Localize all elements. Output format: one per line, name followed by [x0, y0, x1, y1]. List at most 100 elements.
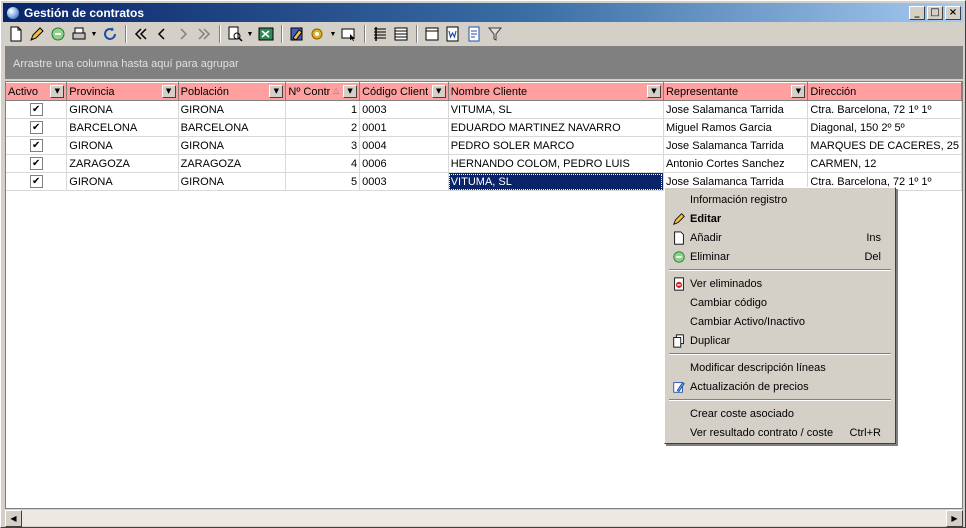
column-header-representante[interactable]: Representante ▼: [663, 82, 809, 101]
poblacion-cell[interactable]: GIRONA: [178, 136, 287, 155]
filter-dropdown-icon[interactable]: ▼: [431, 85, 446, 98]
filter-dropdown-icon[interactable]: ▼: [161, 85, 176, 98]
contrato-cell[interactable]: 4: [285, 154, 361, 173]
menu-item-anadir[interactable]: Añadir Ins: [667, 228, 893, 247]
close-button[interactable]: ×: [945, 5, 961, 20]
filter-dropdown-icon[interactable]: ▼: [791, 85, 806, 98]
preview-dropdown-icon[interactable]: ▼: [245, 24, 255, 44]
columns-icon[interactable]: [370, 24, 390, 44]
maximize-button[interactable]: □: [927, 5, 943, 20]
activo-cell[interactable]: ✔: [6, 136, 68, 155]
active-checkbox[interactable]: ✔: [29, 139, 43, 152]
poblacion-cell[interactable]: ZARAGOZA: [178, 154, 287, 173]
active-checkbox[interactable]: ✔: [29, 157, 43, 170]
title-bar[interactable]: Gestión de contratos _ □ ×: [3, 3, 963, 22]
filter-dropdown-icon[interactable]: ▼: [50, 85, 65, 98]
preview-icon[interactable]: [225, 24, 245, 44]
last-icon[interactable]: [194, 24, 214, 44]
nombre-cell[interactable]: PEDRO SOLER MARCO: [448, 136, 664, 155]
select-icon[interactable]: [339, 24, 359, 44]
active-checkbox[interactable]: ✔: [29, 121, 43, 134]
table-row[interactable]: ✔ ZARAGOZA ZARAGOZA 4 0006 HERNANDO COLO…: [6, 154, 962, 173]
representante-cell[interactable]: Antonio Cortes Sanchez: [663, 154, 809, 173]
activo-cell[interactable]: ✔: [6, 172, 68, 191]
menu-item-cambiar-codigo[interactable]: Cambiar código: [667, 293, 893, 312]
previous-icon[interactable]: [152, 24, 172, 44]
print-dropdown-icon[interactable]: ▼: [89, 24, 99, 44]
provincia-cell[interactable]: BARCELONA: [66, 118, 179, 137]
scroll-right-arrow-icon[interactable]: ▶: [946, 510, 963, 527]
menu-item-cambiar-activo[interactable]: Cambiar Activo/Inactivo: [667, 312, 893, 331]
menu-item-ver-resultado[interactable]: Ver resultado contrato / coste Ctrl+R: [667, 423, 893, 442]
horizontal-scrollbar[interactable]: ◀ ▶: [5, 509, 963, 527]
direccion-cell[interactable]: MARQUES DE CACERES, 25: [807, 136, 962, 155]
provincia-cell[interactable]: GIRONA: [66, 136, 179, 155]
activo-cell[interactable]: ✔: [6, 154, 68, 173]
tools-dropdown-icon[interactable]: ▼: [328, 24, 338, 44]
table-row[interactable]: ✔ GIRONA GIRONA 1 0003 VITUMA, SL Jose S…: [6, 100, 962, 119]
active-checkbox[interactable]: ✔: [29, 175, 43, 188]
new-icon[interactable]: [6, 24, 26, 44]
column-header-poblacion[interactable]: Población ▼: [178, 82, 287, 101]
poblacion-cell[interactable]: GIRONA: [178, 100, 287, 119]
poblacion-cell[interactable]: GIRONA: [178, 172, 287, 191]
activo-cell[interactable]: ✔: [6, 118, 68, 137]
codigo-cell[interactable]: 0001: [359, 118, 449, 137]
column-header-codigo[interactable]: Código Cliente ▼: [359, 82, 449, 101]
nombre-cell[interactable]: HERNANDO COLOM, PEDRO LUIS: [448, 154, 664, 173]
column-header-activo[interactable]: Activo ▼: [6, 82, 68, 101]
column-header-provincia[interactable]: Provincia ▼: [66, 82, 179, 101]
provincia-cell[interactable]: GIRONA: [66, 100, 179, 119]
table-row[interactable]: ✔ BARCELONA BARCELONA 2 0001 EDUARDO MAR…: [6, 118, 962, 137]
contrato-cell[interactable]: 3: [285, 136, 361, 155]
word-icon[interactable]: [443, 24, 463, 44]
provincia-cell[interactable]: ZARAGOZA: [66, 154, 179, 173]
group-by-area[interactable]: Arrastre una columna hasta aquí para agr…: [5, 46, 963, 79]
filter-icon[interactable]: [485, 24, 505, 44]
document-icon[interactable]: [464, 24, 484, 44]
menu-item-duplicar[interactable]: Duplicar: [667, 331, 893, 350]
codigo-cell[interactable]: 0004: [359, 136, 449, 155]
minimize-button[interactable]: _: [909, 5, 925, 20]
report-icon[interactable]: [287, 24, 307, 44]
direccion-cell[interactable]: Diagonal, 150 2º 5º: [807, 118, 962, 137]
contrato-cell[interactable]: 2: [285, 118, 361, 137]
tools-icon[interactable]: [308, 24, 328, 44]
poblacion-cell[interactable]: BARCELONA: [178, 118, 287, 137]
activo-cell[interactable]: ✔: [6, 100, 68, 119]
table-row[interactable]: ✔ GIRONA GIRONA 3 0004 PEDRO SOLER MARCO…: [6, 136, 962, 155]
menu-item-ver-eliminados[interactable]: Ver eliminados: [667, 274, 893, 293]
representante-cell[interactable]: Jose Salamanca Tarrida: [663, 100, 809, 119]
column-header-contrato[interactable]: Nº Contr △ ▼: [285, 82, 361, 101]
column-header-direccion[interactable]: Dirección: [807, 82, 962, 101]
direccion-cell[interactable]: Ctra. Barcelona, 72 1º 1º: [807, 100, 962, 119]
provincia-cell[interactable]: GIRONA: [66, 172, 179, 191]
representante-cell[interactable]: Jose Salamanca Tarrida: [663, 136, 809, 155]
contrato-cell[interactable]: 5: [285, 172, 361, 191]
menu-item-actualizacion-precios[interactable]: Actualización de precios: [667, 377, 893, 396]
export-excel-icon[interactable]: [256, 24, 276, 44]
filter-dropdown-icon[interactable]: ▼: [269, 85, 284, 98]
column-header-nombre[interactable]: Nombre Cliente ▼: [448, 82, 664, 101]
menu-item-editar[interactable]: Editar: [667, 209, 893, 228]
menu-item-info-registro[interactable]: Información registro: [667, 190, 893, 209]
codigo-cell[interactable]: 0006: [359, 154, 449, 173]
representante-cell[interactable]: Miguel Ramos Garcia: [663, 118, 809, 137]
first-icon[interactable]: [131, 24, 151, 44]
active-checkbox[interactable]: ✔: [29, 103, 43, 116]
direccion-cell[interactable]: CARMEN, 12: [807, 154, 962, 173]
refresh-icon[interactable]: [100, 24, 120, 44]
nombre-cell[interactable]: EDUARDO MARTINEZ NAVARRO: [448, 118, 664, 137]
rows-icon[interactable]: [391, 24, 411, 44]
filter-dropdown-icon[interactable]: ▼: [343, 85, 358, 98]
nombre-cell-selected[interactable]: VITUMA, SL: [448, 172, 664, 191]
print-icon[interactable]: [69, 24, 89, 44]
codigo-cell[interactable]: 0003: [359, 172, 449, 191]
filter-dropdown-icon[interactable]: ▼: [646, 85, 661, 98]
nombre-cell[interactable]: VITUMA, SL: [448, 100, 664, 119]
menu-item-eliminar[interactable]: Eliminar Del: [667, 247, 893, 266]
form-icon[interactable]: [422, 24, 442, 44]
codigo-cell[interactable]: 0003: [359, 100, 449, 119]
contrato-cell[interactable]: 1: [285, 100, 361, 119]
delete-icon[interactable]: [48, 24, 68, 44]
